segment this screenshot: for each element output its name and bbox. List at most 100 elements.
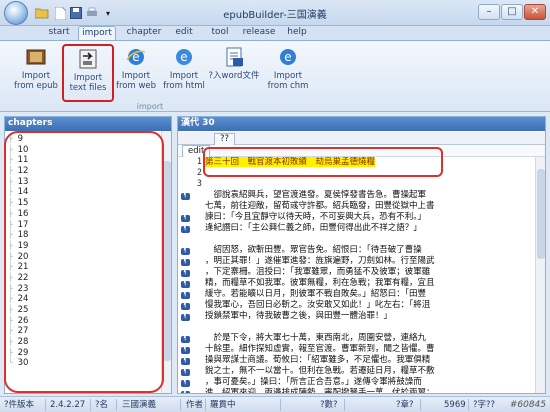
- import-web-button[interactable]: e Import from web: [110, 44, 162, 102]
- paragraph-marker-icon: ¶: [180, 248, 190, 255]
- editor-line[interactable]: ¶ 逢紀譖曰：「主公興仁義之師，田豐何得出此不祥之語？」: [178, 223, 535, 234]
- editor-line[interactable]: ¶ 紹因怒，欲斬田豐。眾官告免。紹恨曰：「待吾破了曹操: [178, 245, 535, 256]
- editor-line[interactable]: ¶ ，明正其罪！」遂催軍進發：旌旗遍野，刀劍如林。行至陽武: [178, 256, 535, 267]
- tab-tool[interactable]: tool: [207, 26, 233, 40]
- editor-line[interactable]: ¶ 銳之士，無不一以當十。但利在急戰。若遷延日月，糧草不敷: [178, 366, 535, 377]
- editor-line[interactable]: 七萬，前往迎敵，留荀彧守許都。紹兵臨發，田豐從獄中上書: [178, 201, 535, 212]
- chapter-tree-item[interactable]: ├ 19: [8, 241, 158, 252]
- editor-line[interactable]: 1 第三十回 戰官渡本初敗績 劫烏巢孟德燒糧: [178, 157, 535, 168]
- chapter-tree-item[interactable]: ├ 20: [8, 252, 158, 263]
- chapter-tree-item[interactable]: ├ 22: [8, 273, 158, 284]
- tab-help[interactable]: help: [285, 26, 309, 40]
- line-number: 1: [196, 157, 202, 167]
- editor-line[interactable]: ¶ 慢我軍心，吾回日必斬之。汝安敢又如此！」叱左右：「將沮: [178, 300, 535, 311]
- editor-line[interactable]: ¶ ，下定寨柵。沮授曰：「我軍雖眾，而勇猛不及彼軍；彼軍雖: [178, 267, 535, 278]
- editor-line[interactable]: 2: [178, 168, 535, 179]
- editor-line[interactable]: ¶ 卻說袁紹興兵，望官渡進發。夏侯惇發書告急。曹操起軍: [178, 190, 535, 201]
- chapter-tree-item[interactable]: ├ 17: [8, 220, 158, 231]
- editor-line[interactable]: ¶ 於是下令，將大軍七十萬，東西南北，周圍安營，連絡九: [178, 333, 535, 344]
- html-page-icon: e: [176, 49, 192, 65]
- text-editor[interactable]: 1 第三十回 戰官渡本初敗績 劫烏巢孟德燒糧 2 3 ¶ 卻說袁紹興兵，望官渡進發。夏侯…: [178, 157, 535, 393]
- line-text: 於是下令，將大軍七十萬，東西南北，周圍安營，連絡九: [205, 333, 427, 343]
- chapter-tree-item[interactable]: ├ 28: [8, 337, 158, 348]
- chapter-tree-item[interactable]: ├ 14: [8, 187, 158, 198]
- close-button[interactable]: ✕: [524, 4, 546, 20]
- chapters-scrollbar[interactable]: [161, 131, 171, 393]
- chapter-tree-item[interactable]: ├ 9: [8, 134, 158, 145]
- word-document-icon: [226, 47, 243, 67]
- editor-line[interactable]: ¶ 諫曰：「今且宜靜守以待天時，不可妄興大兵，恐有不利。」: [178, 212, 535, 223]
- editor-line[interactable]: 3: [178, 179, 535, 190]
- chapter-tree-item[interactable]: ├ 24: [8, 294, 158, 305]
- paragraph-marker-icon: ¶: [180, 314, 190, 321]
- minimize-button[interactable]: –: [478, 4, 500, 20]
- scroll-thumb[interactable]: [163, 161, 171, 361]
- editor-line[interactable]: [178, 234, 535, 245]
- chapter-tree-label: 19: [17, 240, 29, 251]
- paragraph-marker-icon: ¶: [180, 336, 190, 343]
- tab-edit[interactable]: edit: [170, 26, 198, 40]
- chapter-tree-item[interactable]: ├ 26: [8, 316, 158, 327]
- import-epub-button[interactable]: Import from epub: [10, 44, 62, 102]
- import-text-files-button[interactable]: Import text files: [62, 44, 114, 102]
- paragraph-marker-icon: ¶: [180, 391, 190, 393]
- chapter-tree-item[interactable]: ├ 27: [8, 326, 158, 337]
- tab-import[interactable]: import: [78, 26, 116, 40]
- tab-start[interactable]: start: [45, 26, 73, 40]
- editor-line[interactable]: ¶ 緩守。若能曠以日月，則彼軍不戰自敗矣。」紹怒曰：「田豐: [178, 289, 535, 300]
- chapter-tree-item[interactable]: ├ 12: [8, 166, 158, 177]
- chapter-tree-item[interactable]: ├ 25: [8, 305, 158, 316]
- paragraph-marker-icon: ¶: [180, 303, 190, 310]
- chapter-tree-label: 11: [17, 155, 29, 166]
- import-chm-button[interactable]: e Import from chm: [262, 44, 314, 102]
- line-gutter: ¶: [178, 300, 192, 311]
- line-text: 紹因怒，欲斬田豐。眾官告免。紹恨曰：「待吾破了曹操: [205, 245, 422, 255]
- chapter-tree-label: 24: [17, 294, 29, 305]
- chapter-tree-item[interactable]: ├ 16: [8, 209, 158, 220]
- paragraph-marker-icon: ¶: [180, 193, 190, 200]
- edit-tab[interactable]: edit: [182, 145, 211, 157]
- tab-chapter[interactable]: chapter: [124, 26, 164, 40]
- chapter-tree-item[interactable]: └ 30: [8, 358, 158, 369]
- chapter-tree-label: 25: [17, 305, 29, 315]
- chapter-tree-label: 18: [17, 230, 29, 241]
- chapter-tree-item[interactable]: ├ 23: [8, 284, 158, 295]
- chapter-tree-label: 12: [17, 166, 29, 177]
- editor-line[interactable]: ¶ 精，而糧草不如我軍。彼軍無糧，利在急戰；我軍有糧，宜且: [178, 278, 535, 289]
- chapter-tree-item[interactable]: ├ 21: [8, 262, 158, 273]
- tree-guide-icon: ├: [8, 198, 18, 208]
- line-gutter: ¶: [178, 190, 192, 201]
- ribbon-group-label: import: [136, 102, 164, 111]
- chapter-tree-item[interactable]: ├ 29: [8, 348, 158, 359]
- editor-line[interactable]: ¶ 操與眾謀士商議。荀攸曰：「紹軍雖多，不足懼也。我軍俱精: [178, 355, 535, 366]
- tab-release[interactable]: release: [241, 26, 277, 40]
- chapter-tree-label: 20: [17, 251, 29, 262]
- editor-line[interactable]: ¶ 進。紹軍來迎，兩邊排成陣勢。審配撥弩手一萬，伏於兩翼；: [178, 388, 535, 393]
- editor-line[interactable]: ¶ 授鎖禁軍中，待我破曹之後，與田豐一體治罪！」: [178, 311, 535, 322]
- tree-guide-icon: ├: [8, 240, 18, 250]
- editor-line[interactable]: ¶ 十餘里。細作探知虛實，報至官渡。曹軍新到，聞之皆懼。曹: [178, 344, 535, 355]
- status-bar: ?件版本 2.4.2.27 ?名 三國演義 作者 羅貫中 ?數? ?章? 596…: [0, 396, 550, 412]
- line-text: 卻說袁紹興兵，望官渡進發。夏侯惇發書告急。曹操起軍: [205, 190, 427, 200]
- tree-guide-icon: ├: [8, 176, 18, 186]
- scroll-thumb[interactable]: [537, 169, 545, 259]
- chapter-tree-item[interactable]: ├ 10: [8, 145, 158, 156]
- import-html-button[interactable]: e Import from html: [158, 44, 210, 102]
- editor-line[interactable]: ¶ ，事可憂矣。」操曰：「所言正合吾意。」遂傳令軍將鼓譟而: [178, 377, 535, 388]
- tree-guide-icon: ├: [8, 337, 18, 347]
- chapter-tree-item[interactable]: ├ 18: [8, 230, 158, 241]
- document-tab[interactable]: ??: [214, 133, 236, 145]
- line-gutter: ¶: [178, 366, 192, 377]
- import-word-button[interactable]: ?入word文件: [206, 44, 262, 102]
- editor-line[interactable]: [178, 322, 535, 333]
- maximize-button[interactable]: □: [501, 4, 523, 20]
- chapter-tree-label: 23: [17, 283, 29, 294]
- line-text: 銳之士，無不一以當十。但利在急戰。若遷延日月，糧草不敷: [205, 366, 435, 376]
- chapter-tree-item[interactable]: ├ 15: [8, 198, 158, 209]
- editor-scrollbar[interactable]: [535, 157, 545, 393]
- chapter-tree-label: 22: [17, 272, 29, 283]
- chapter-tree-item[interactable]: ├ 13: [8, 177, 158, 188]
- line-text: 授鎖禁軍中，待我破曹之後，與田豐一體治罪！」: [205, 311, 393, 321]
- chapter-tree-label: 30: [17, 358, 29, 369]
- chapter-tree-item[interactable]: ├ 11: [8, 155, 158, 166]
